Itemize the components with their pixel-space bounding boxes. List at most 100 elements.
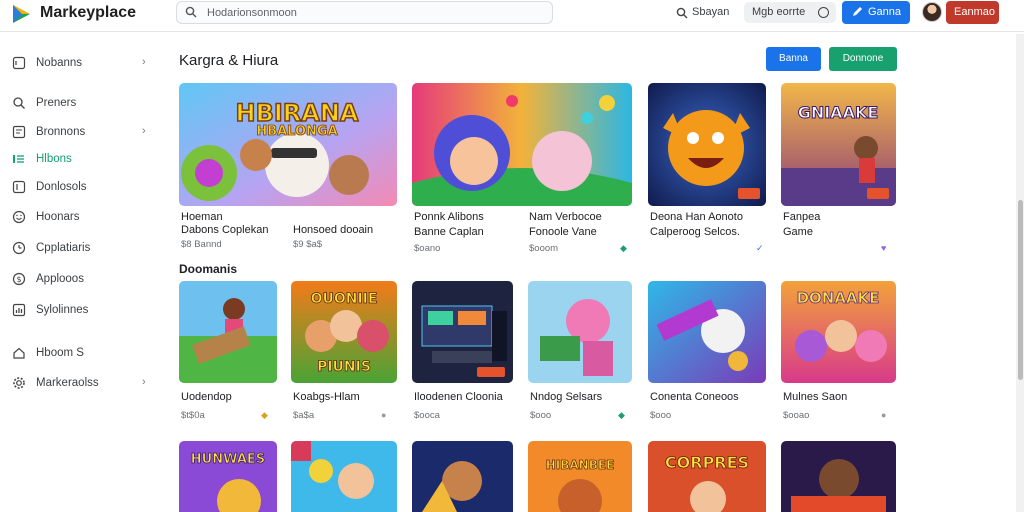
card-title: Nndog Selsars: [530, 391, 603, 403]
card-title: Fanpea: [783, 211, 821, 223]
circle-icon: [818, 7, 829, 18]
primary-header-button-label: Ganna: [868, 6, 902, 18]
sidebar-item-cpplatiaris[interactable]: Cpplatiaris: [0, 238, 165, 260]
sidebar-item-sylolinnes[interactable]: Sylolinnes: [0, 300, 165, 322]
chevron-right-icon: ›: [142, 56, 146, 68]
home-icon: [13, 347, 25, 359]
sidebar-item-label: Hboom S: [36, 347, 84, 359]
game-thumbnail[interactable]: OUONIIE PIUNIS: [291, 281, 397, 383]
card-title: Conenta Coneoos: [650, 391, 739, 403]
card-price-2: $ooom: [529, 243, 559, 254]
grid-icon: [12, 125, 26, 139]
search-icon: [676, 7, 688, 19]
avatar[interactable]: [922, 2, 942, 22]
card-price: $oano: [414, 243, 441, 254]
game-thumbnail[interactable]: [648, 83, 766, 206]
subsection-title: Doomanis: [179, 262, 238, 276]
search-link-label: Sbayan: [692, 6, 730, 18]
game-thumbnail[interactable]: [179, 281, 277, 383]
sidebar-item-label: Donlosols: [36, 181, 87, 193]
card-price-2: $9 $a$: [293, 239, 323, 250]
chevron-right-icon: ›: [142, 125, 146, 137]
game-thumbnail[interactable]: GNIAAKE: [781, 83, 896, 206]
secondary-header-button[interactable]: Eanmao: [946, 1, 999, 24]
sidebar-item-label: Applooos: [36, 273, 84, 285]
square-icon: [12, 180, 26, 194]
thumb-title-text: OUONIIE: [311, 291, 378, 307]
sidebar-item-label: Cpplatiaris: [36, 242, 91, 254]
sidebar-item-bronnons[interactable]: Bronnons ›: [0, 122, 165, 144]
game-thumbnail[interactable]: [648, 281, 766, 383]
game-thumbnail[interactable]: HIBANBEE: [528, 441, 632, 512]
game-thumbnail[interactable]: [412, 281, 513, 383]
gear-icon: [13, 377, 25, 389]
sidebar-item-label: Sylolinnes: [36, 304, 89, 316]
sidebar-item-label: Markeraolss: [36, 377, 99, 389]
badge-icon: ●: [381, 410, 387, 420]
sidebar-item-nobanns[interactable]: Nobanns ›: [0, 53, 165, 75]
card-title-2: Nam Verbocoe: [529, 211, 602, 223]
card-title: Iloodenen Cloonia: [414, 391, 503, 403]
card-title: Uodendop: [181, 391, 232, 403]
scrollbar-thumb[interactable]: [1018, 200, 1023, 380]
game-thumbnail[interactable]: [781, 441, 896, 512]
sidebar-item-donlosols[interactable]: Donlosols: [0, 177, 165, 199]
check-icon: ✓: [756, 243, 764, 253]
pencil-icon: [853, 7, 862, 16]
sidebar: Nobanns › Preners Bronnons › Hlbons Donl…: [0, 33, 165, 512]
sidebar-item-label: Nobanns: [36, 57, 83, 69]
sidebar-item-hlbons[interactable]: Hlbons: [0, 149, 165, 171]
badge-icon: ◆: [620, 243, 627, 253]
top-bar: Markeyplace Hodarionsonmoon Sbayan Mgb e…: [0, 0, 1024, 32]
filter-pill-label: Mgb eorrte: [752, 6, 806, 18]
game-thumbnail[interactable]: [291, 441, 397, 512]
search-input[interactable]: Hodarionsonmoon: [176, 1, 553, 24]
game-thumbnail[interactable]: [412, 83, 632, 206]
primary-header-button[interactable]: Ganna: [842, 1, 910, 24]
sidebar-item-hoonars[interactable]: Hoonars: [0, 207, 165, 229]
sidebar-item-label: Hoonars: [36, 211, 80, 223]
sidebar-item-applooos[interactable]: $ Applooos: [0, 269, 165, 291]
section-secondary-button[interactable]: Donnone: [829, 47, 897, 71]
secondary-header-button-label: Eanmao: [954, 6, 995, 18]
thumb-subtitle-text: HBALONGA: [256, 124, 337, 139]
sidebar-item-preners[interactable]: Preners: [0, 93, 165, 115]
card-subtitle: Calperoog Selcos.: [650, 226, 740, 238]
thumb-subtitle-text: PIUNIS: [317, 359, 371, 375]
game-thumbnail[interactable]: [412, 441, 513, 512]
page-title: Kargra & Hiura: [179, 52, 279, 69]
chevron-right-icon: ›: [142, 376, 146, 388]
card-title: Mulnes Saon: [783, 391, 848, 403]
thumb-title-text: CORPRES: [665, 453, 749, 472]
game-thumbnail[interactable]: [528, 281, 632, 383]
card-subtitle: Dabons Coplekan: [181, 224, 269, 236]
game-thumbnail[interactable]: HUNWAES: [179, 441, 277, 512]
sidebar-item-label: Bronnons: [36, 126, 86, 138]
section-action-button[interactable]: Banna: [766, 47, 821, 71]
card-price: $8 Bannd: [181, 239, 222, 250]
app-brand[interactable]: Markeyplace: [40, 4, 136, 22]
card-price: $ooo: [650, 410, 672, 421]
card-subtitle-2: Honsoed dooain: [293, 224, 374, 236]
list-icon: [13, 155, 24, 163]
app-logo-icon[interactable]: [10, 3, 32, 25]
card-title: Deona Han Aonoto: [650, 211, 743, 223]
filter-pill[interactable]: Mgb eorrte: [744, 2, 836, 23]
sidebar-item-markeraolss[interactable]: Markeraolss ›: [0, 373, 165, 395]
heart-icon: ♥: [881, 243, 887, 253]
search-link[interactable]: Sbayan: [676, 6, 730, 19]
sidebar-item-label: Hlbons: [36, 153, 72, 165]
game-thumbnail[interactable]: DONAAKE: [781, 281, 896, 383]
game-thumbnail[interactable]: HBIRANA HBALONGA: [179, 83, 397, 206]
svg-text:$: $: [16, 275, 21, 284]
card-price: $a$a: [293, 410, 315, 421]
search-placeholder: Hodarionsonmoon: [207, 7, 297, 19]
badge-icon: ●: [881, 410, 887, 420]
thumb-title-text: HBIRANA: [235, 99, 358, 127]
card-title: Koabgs-Hlam: [293, 391, 360, 403]
game-thumbnail[interactable]: CORPRES: [648, 441, 766, 512]
search-icon: [185, 6, 197, 18]
card-title: Ponnk Alibons: [414, 211, 484, 223]
sidebar-item-hboom[interactable]: Hboom S: [0, 343, 165, 365]
sidebar-item-label: Preners: [36, 97, 77, 109]
